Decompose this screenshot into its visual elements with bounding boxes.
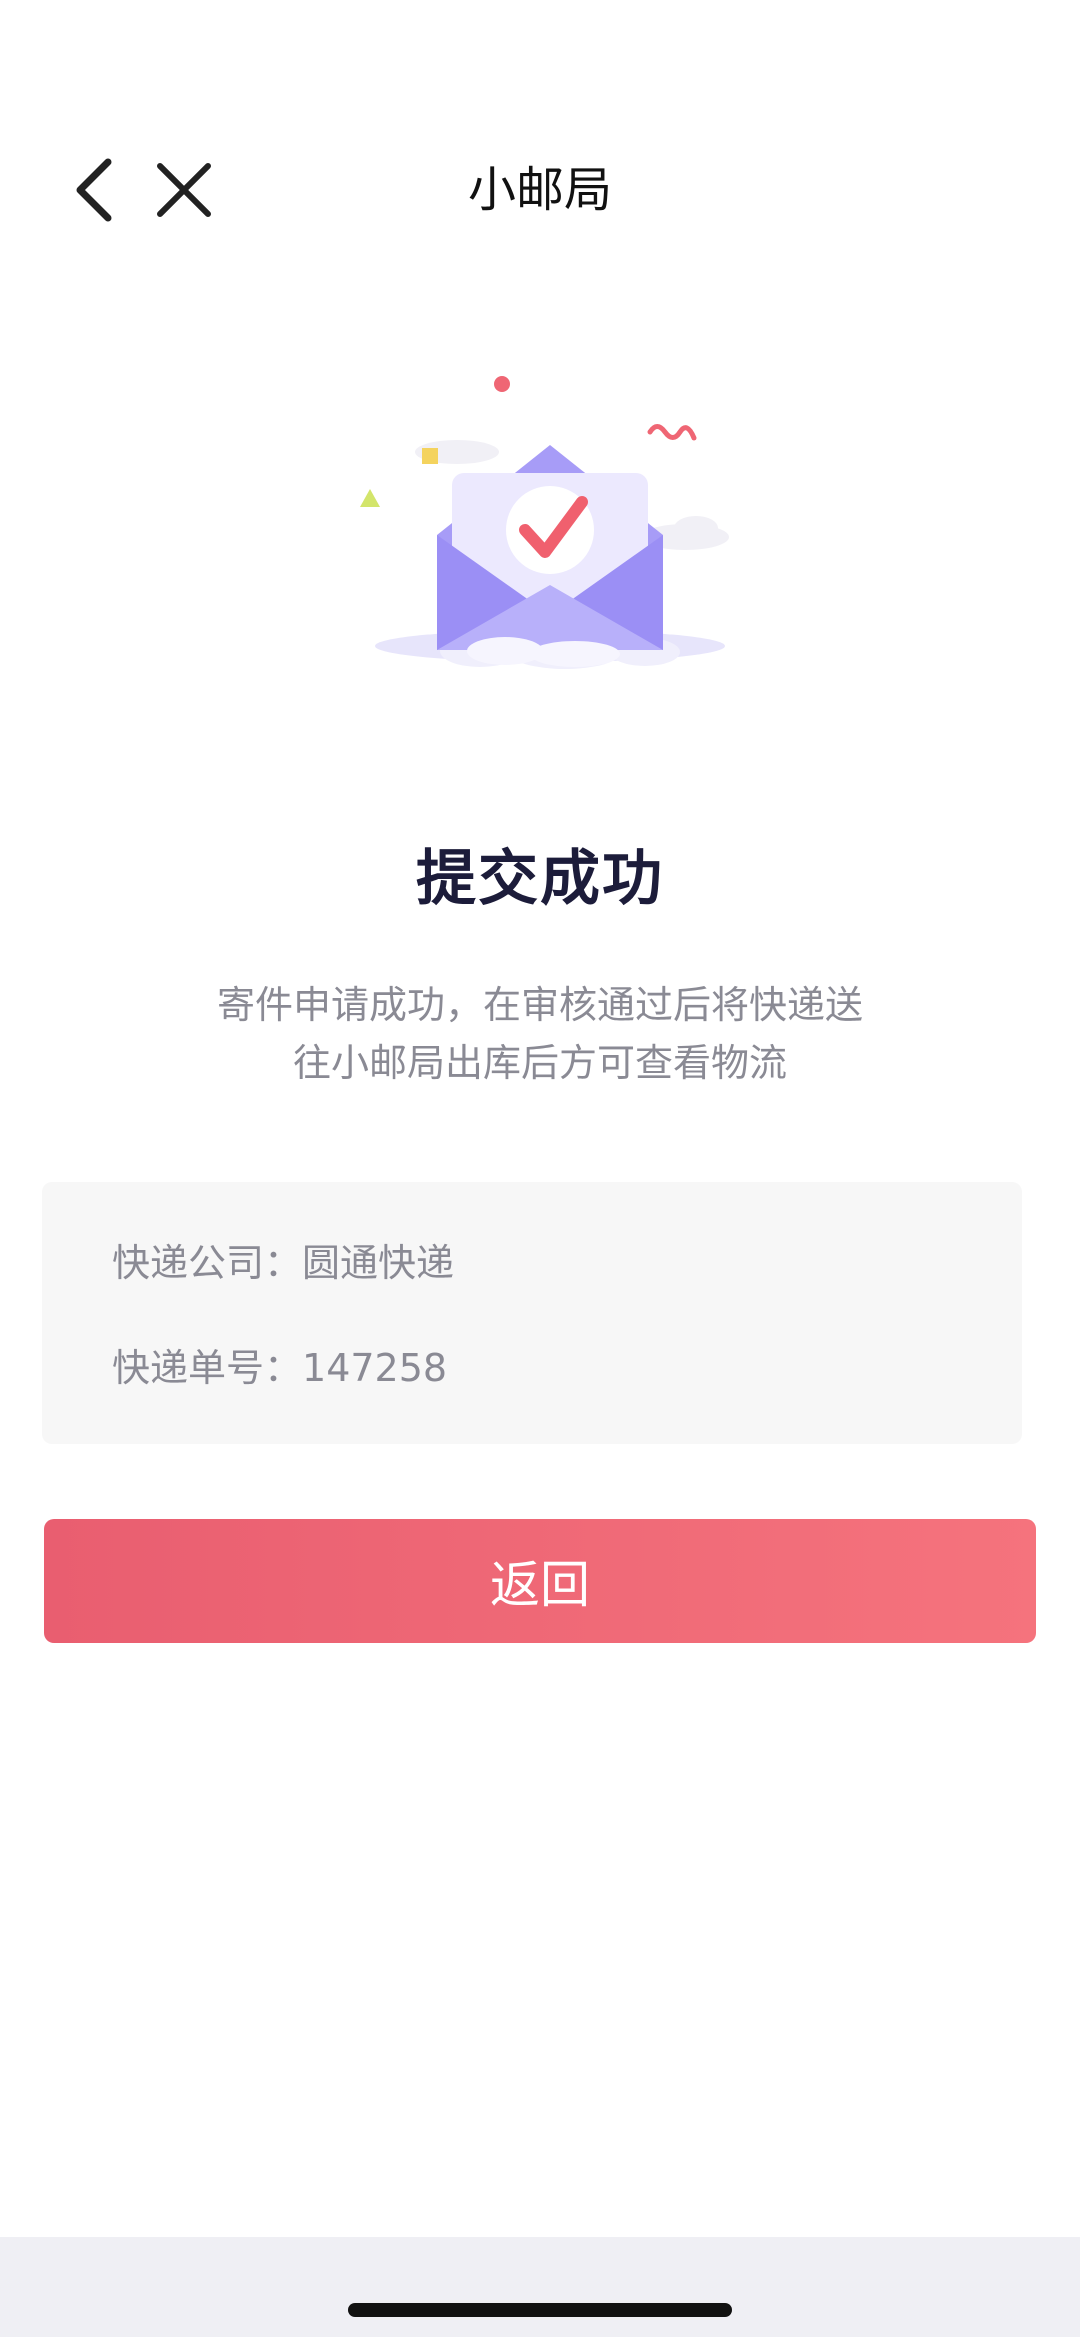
result-description-line-2: 往小邮局出库后方可查看物流 <box>292 1041 787 1085</box>
home-indicator[interactable] <box>348 2303 732 2317</box>
result-title: 提交成功 <box>416 844 664 914</box>
envelope-checkmark-icon <box>360 376 729 669</box>
result-description: 寄件申请成功，在审核通过后将快递送 往小邮局出库后方可查看物流 <box>150 976 930 1092</box>
courier-company-label: 快递公司： <box>112 1241 303 1285</box>
bottom-bar <box>0 2237 1080 2337</box>
courier-company-value: 圆通快递 <box>302 1241 455 1285</box>
shipment-info-card: 快递公司：圆通快递 快递单号：147258 <box>42 1182 1022 1444</box>
page-title: 小邮局 <box>467 162 612 218</box>
result-description-line-1: 寄件申请成功，在审核通过后将快递送 <box>216 983 863 1027</box>
tracking-number-value: 147258 <box>302 1346 448 1390</box>
tracking-number-label: 快递单号： <box>112 1346 303 1390</box>
return-button[interactable]: 返回 <box>44 1519 1036 1643</box>
courier-company-row: 快递公司：圆通快递 <box>112 1232 454 1287</box>
tracking-number-row: 快递单号：147258 <box>112 1337 447 1392</box>
navigation-bar: 小邮局 <box>0 130 1080 250</box>
